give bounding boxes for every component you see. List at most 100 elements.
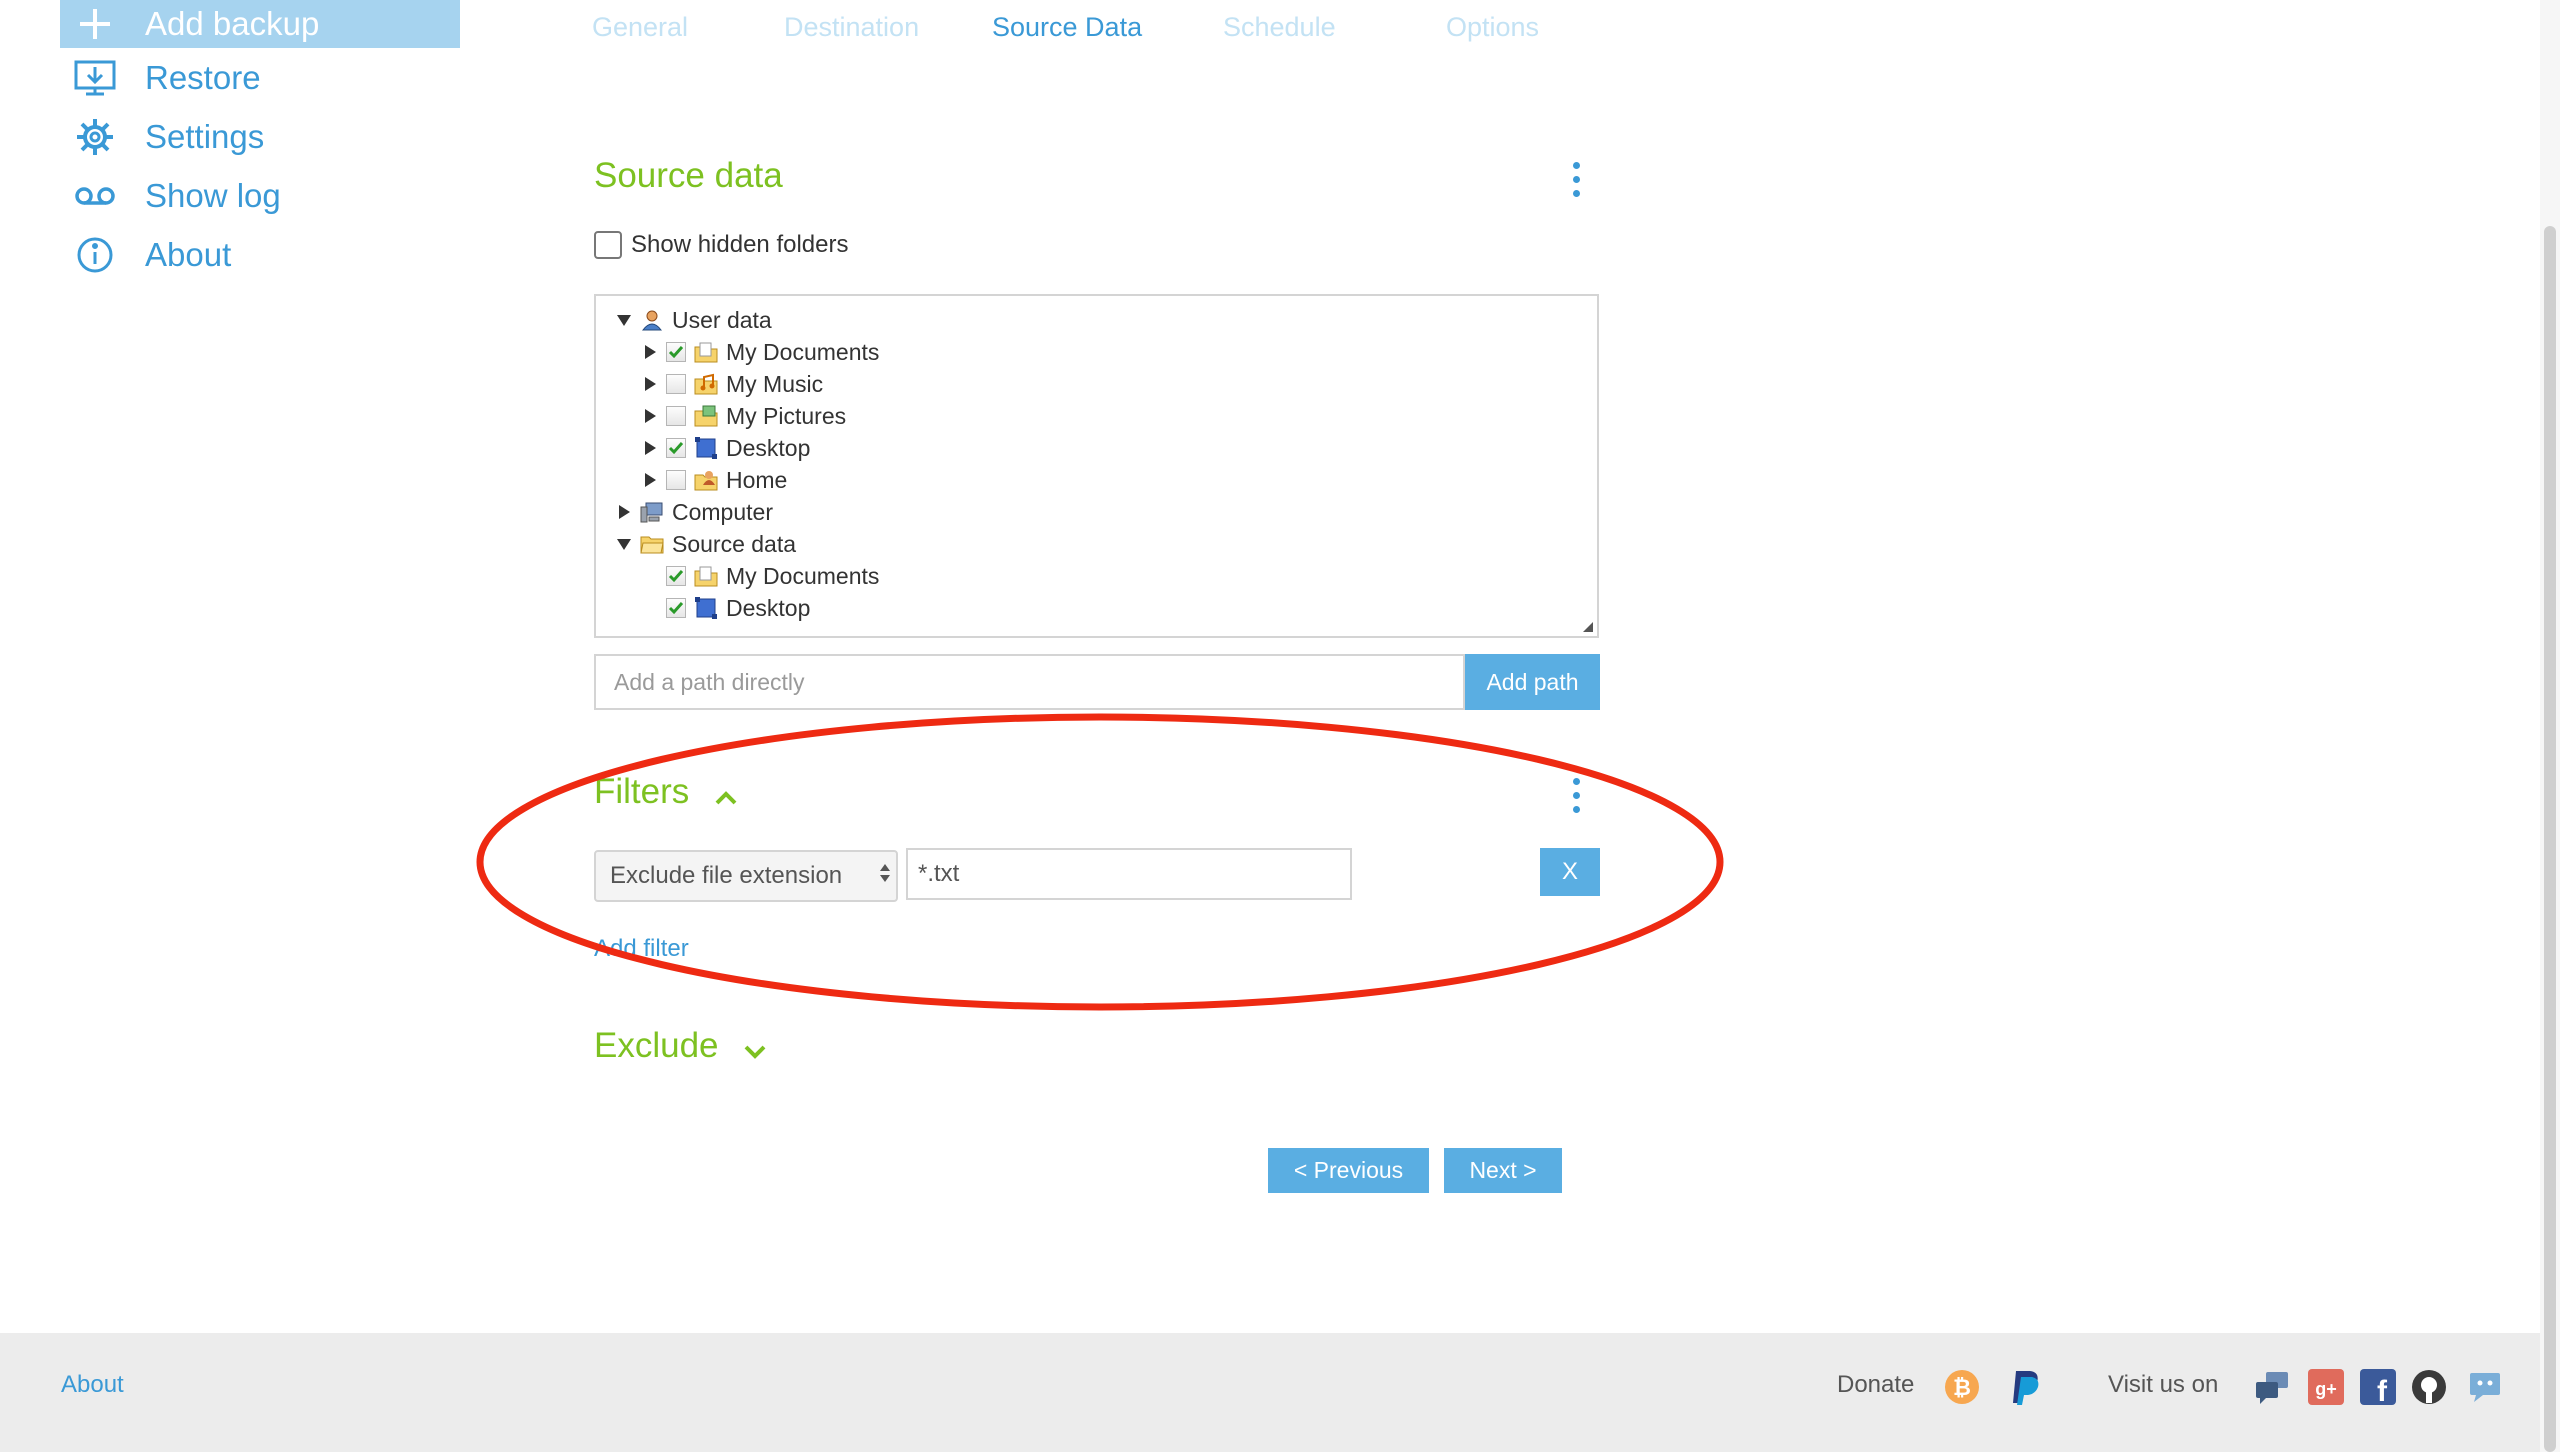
tree-node-label: Desktop — [726, 594, 811, 621]
resize-grip-icon[interactable] — [1583, 622, 1593, 632]
sidebar-item-show-log[interactable]: Show log — [60, 166, 460, 225]
collapse-arrow-icon[interactable] — [616, 312, 632, 328]
vertical-scrollbar[interactable] — [2540, 0, 2560, 1452]
tree-node[interactable]: My Documents — [642, 336, 879, 368]
expand-arrow-icon[interactable] — [642, 376, 658, 392]
tab-destination[interactable]: Destination — [784, 12, 919, 43]
sidebar-item-label: Add backup — [145, 5, 320, 42]
documents-folder-icon — [694, 564, 718, 588]
show-hidden-folders-checkbox[interactable] — [594, 231, 622, 259]
footer-about-link[interactable]: About — [61, 1371, 124, 1399]
plus-icon — [74, 4, 116, 44]
expand-arrow-icon[interactable] — [642, 472, 658, 488]
tree-node-label: Home — [726, 466, 788, 493]
expand-arrow-icon[interactable] — [616, 504, 632, 520]
sidebar: Add backup Restore Settings Show log Abo… — [60, 0, 460, 284]
remove-filter-button[interactable]: X — [1540, 848, 1600, 896]
documents-folder-icon — [694, 340, 718, 364]
add-filter-link[interactable]: Add filter — [594, 935, 689, 963]
svg-text:g+: g+ — [2315, 1379, 2337, 1399]
filter-type-value: Exclude file extension — [610, 862, 843, 889]
restore-icon — [74, 58, 116, 98]
tree-node-label: My Pictures — [726, 402, 847, 429]
collapse-arrow-icon[interactable] — [616, 536, 632, 552]
tree-node-label: Computer — [672, 498, 773, 525]
source-data-menu-icon[interactable] — [1571, 162, 1581, 197]
add-path-input[interactable] — [594, 654, 1465, 710]
desktop-icon — [694, 596, 718, 620]
show-hidden-folders-toggle[interactable]: Show hidden folders — [594, 231, 848, 259]
tree-checkbox[interactable] — [666, 406, 686, 426]
previous-button[interactable]: < Previous — [1268, 1148, 1429, 1193]
sidebar-item-label: About — [145, 235, 232, 273]
info-icon — [74, 235, 116, 275]
tree-checkbox[interactable] — [666, 374, 686, 394]
svg-text:₿: ₿ — [1953, 1375, 1971, 1400]
tree-node[interactable]: Home — [642, 464, 787, 496]
gear-icon — [74, 117, 116, 157]
expand-arrow-icon[interactable] — [642, 344, 658, 360]
tree-checkbox-checked[interactable] — [666, 598, 686, 618]
tree-node[interactable]: Desktop — [666, 592, 810, 624]
source-tree[interactable]: User data My Documents My Music My Pictu… — [594, 294, 1599, 638]
filters-menu-icon[interactable] — [1571, 778, 1581, 813]
sidebar-item-label: Settings — [145, 117, 265, 155]
expand-arrow-icon[interactable] — [642, 440, 658, 456]
tab-schedule[interactable]: Schedule — [1223, 12, 1336, 43]
exclude-title: Exclude — [594, 1026, 719, 1065]
sidebar-item-add-backup[interactable]: Add backup — [60, 0, 460, 48]
tree-node-label: User data — [672, 306, 772, 333]
sidebar-item-about[interactable]: About — [60, 225, 460, 284]
sidebar-item-settings[interactable]: Settings — [60, 107, 460, 166]
svg-text:f: f — [2377, 1375, 2388, 1405]
filters-title: Filters — [594, 772, 690, 811]
tree-node-label: Source data — [672, 530, 797, 557]
desktop-icon — [694, 436, 718, 460]
computer-icon — [640, 500, 664, 524]
tree-checkbox-checked[interactable] — [666, 342, 686, 362]
tree-checkbox[interactable] — [666, 470, 686, 490]
music-folder-icon — [694, 372, 718, 396]
chevron-up-icon[interactable] — [715, 774, 737, 814]
tree-node-label: My Music — [726, 370, 824, 397]
tree-node-label: My Documents — [726, 338, 880, 365]
tree-node[interactable]: Source data — [616, 528, 796, 560]
user-icon — [640, 308, 664, 332]
donate-label: Donate — [1837, 1371, 1915, 1398]
tree-checkbox-checked[interactable] — [666, 566, 686, 586]
tree-node[interactable]: My Documents — [666, 560, 879, 592]
add-path-button[interactable]: Add path — [1465, 654, 1600, 710]
source-data-title: Source data — [594, 156, 783, 195]
chevron-down-icon[interactable] — [744, 1028, 766, 1068]
filters-header[interactable]: Filters — [594, 772, 737, 814]
filter-type-select[interactable]: Exclude file extension — [594, 850, 898, 902]
sidebar-item-restore[interactable]: Restore — [60, 48, 460, 107]
tab-source-data[interactable]: Source Data — [992, 12, 1142, 43]
github-icon[interactable] — [2410, 1368, 2448, 1406]
expand-arrow-icon[interactable] — [642, 408, 658, 424]
scrollbar-thumb[interactable] — [2544, 226, 2556, 1452]
tab-general[interactable]: General — [592, 12, 688, 43]
paypal-icon[interactable] — [2008, 1368, 2046, 1406]
tab-options[interactable]: Options — [1446, 12, 1539, 43]
tree-node[interactable]: My Pictures — [642, 400, 846, 432]
facebook-icon[interactable]: f — [2359, 1368, 2397, 1406]
home-folder-icon — [694, 468, 718, 492]
voicemail-icon — [74, 176, 116, 216]
exclude-header[interactable]: Exclude — [594, 1026, 766, 1068]
google-plus-icon[interactable]: g+ — [2307, 1368, 2345, 1406]
forum-icon[interactable] — [2253, 1368, 2291, 1406]
tree-node[interactable]: User data — [616, 304, 772, 336]
tree-checkbox-checked[interactable] — [666, 438, 686, 458]
select-arrows-icon — [880, 864, 890, 882]
bitcoin-icon[interactable]: ₿ — [1943, 1368, 1981, 1406]
sidebar-item-label: Restore — [145, 58, 261, 96]
filter-pattern-input[interactable] — [906, 848, 1352, 900]
next-button[interactable]: Next > — [1444, 1148, 1562, 1193]
feedback-icon[interactable] — [2466, 1368, 2504, 1406]
tree-node[interactable]: My Music — [642, 368, 823, 400]
tree-node[interactable]: Desktop — [642, 432, 810, 464]
show-hidden-folders-label: Show hidden folders — [631, 231, 849, 258]
folder-icon — [640, 532, 664, 556]
tree-node[interactable]: Computer — [616, 496, 773, 528]
